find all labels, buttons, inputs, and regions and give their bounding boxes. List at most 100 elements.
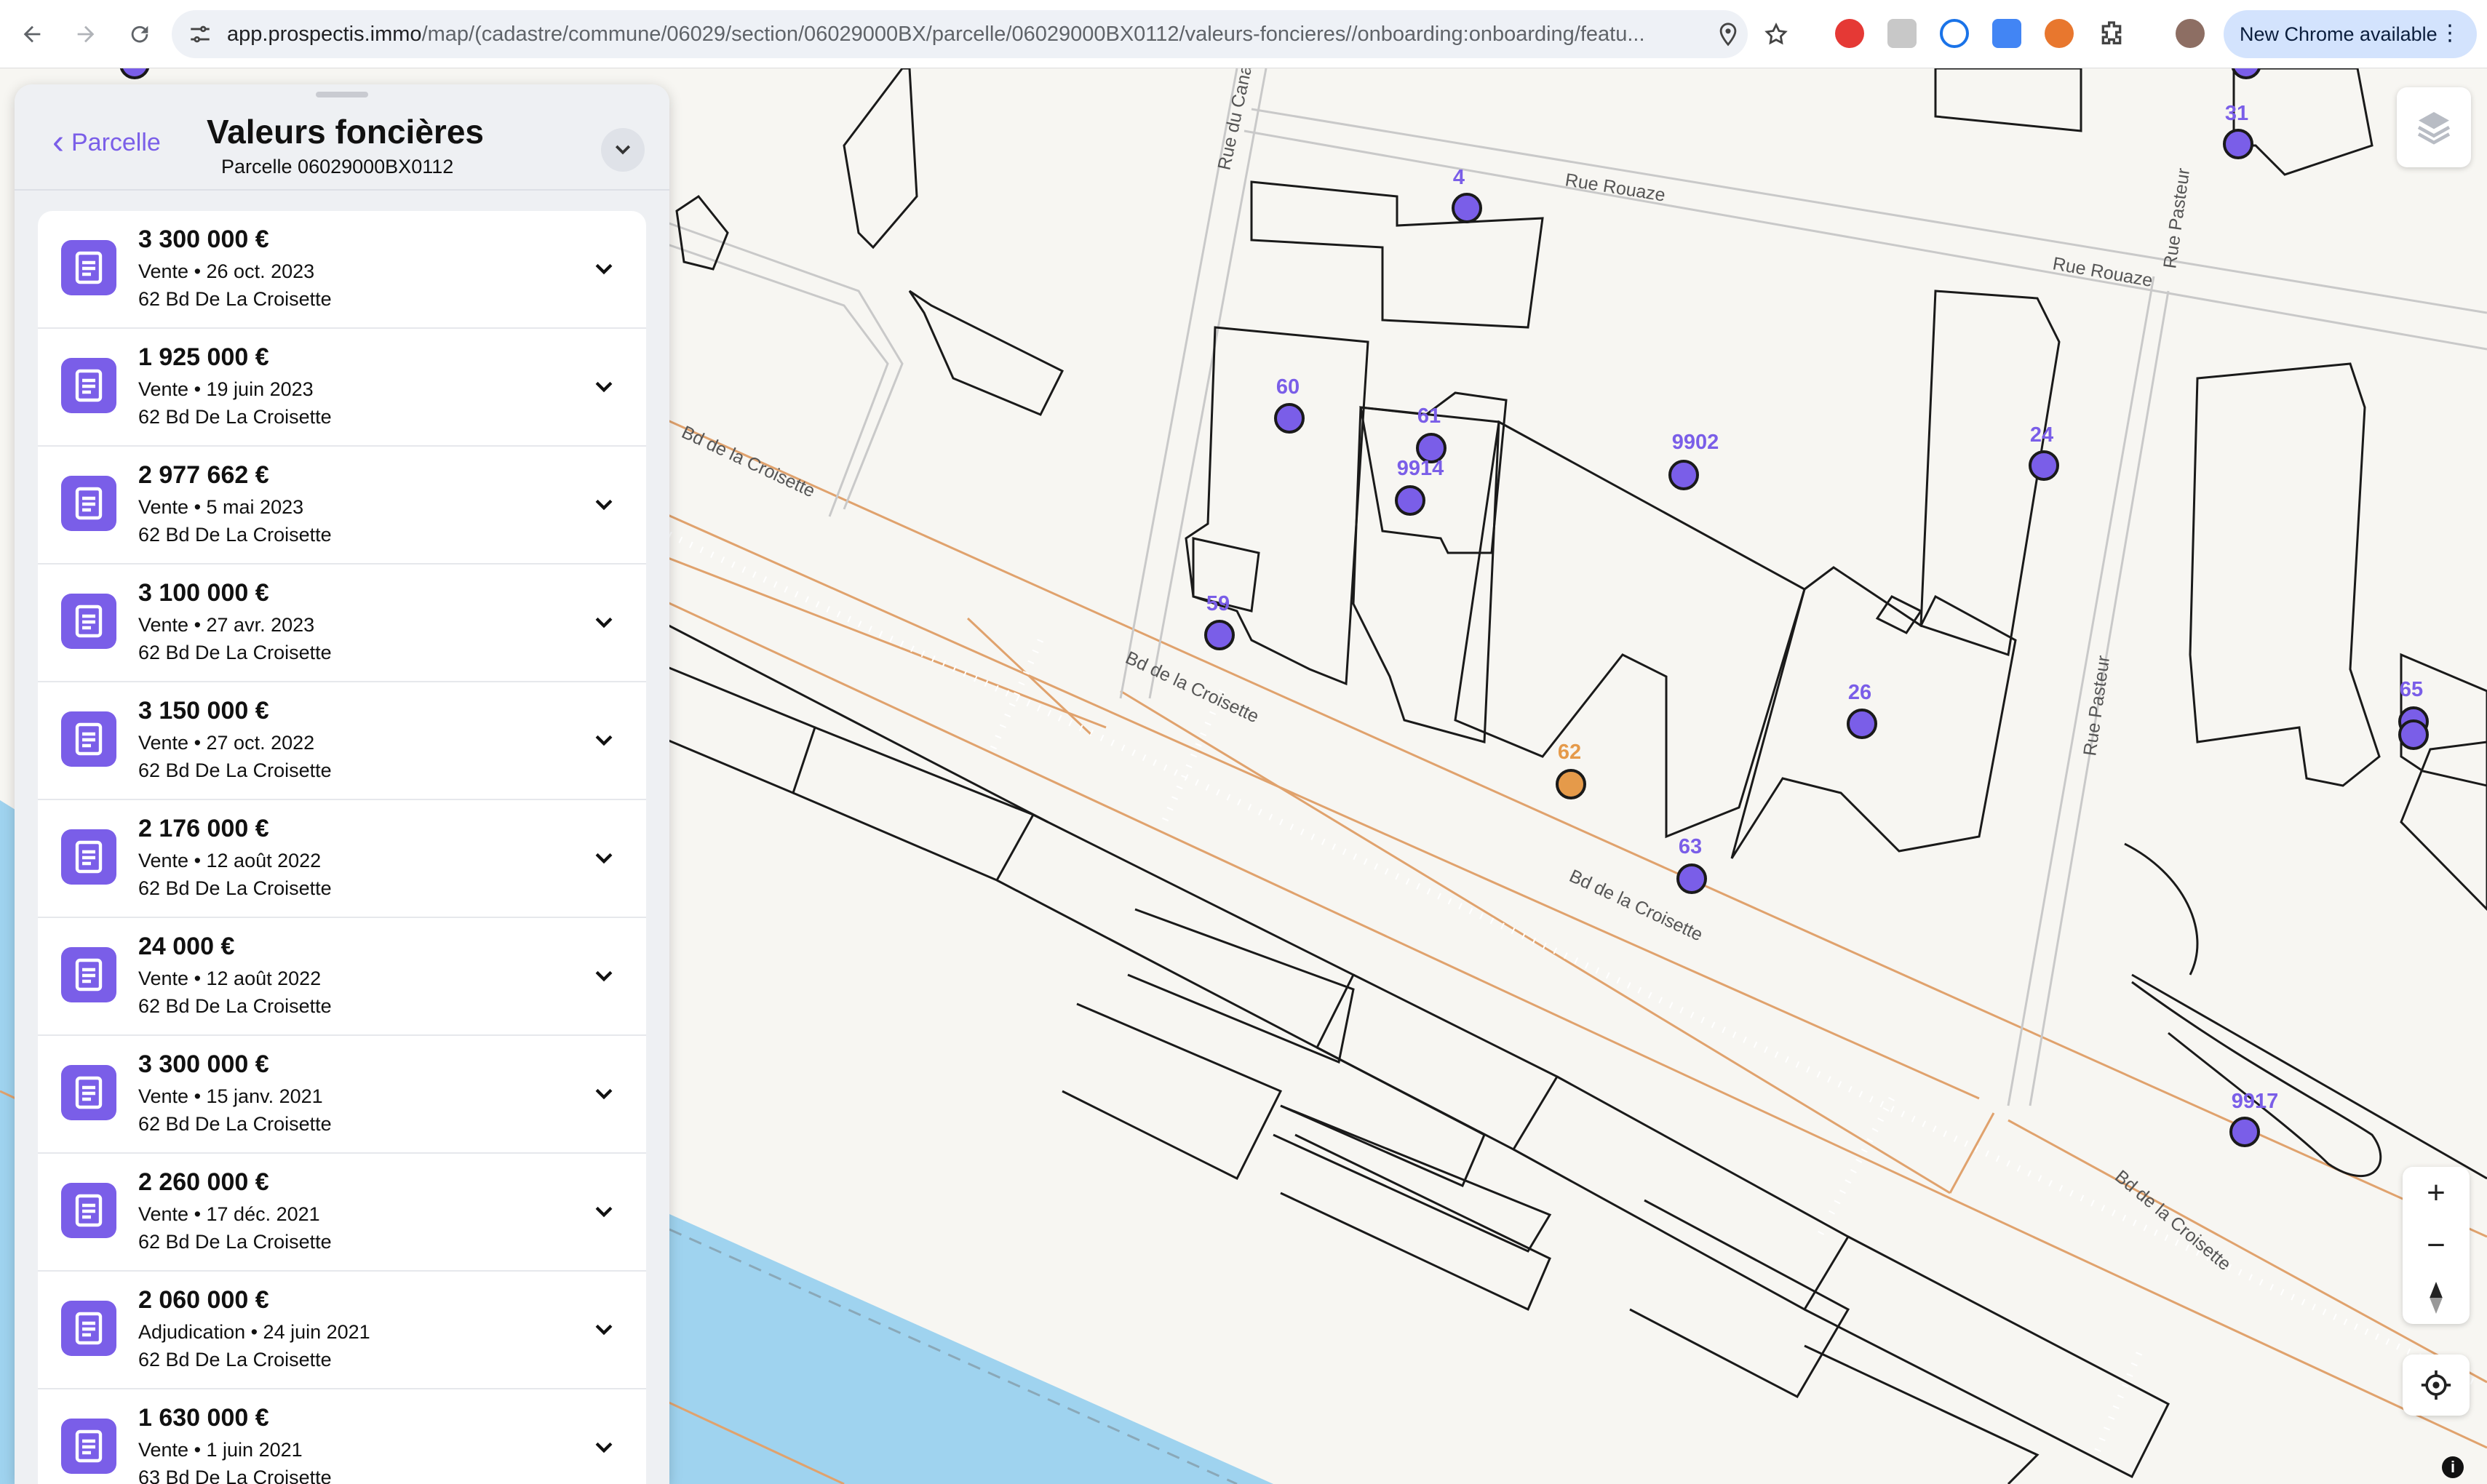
- transaction-type-date: Vente • 27 avr. 2023: [138, 614, 315, 636]
- pin-label[interactable]: 9902: [1672, 431, 1719, 455]
- document-icon: [61, 1419, 116, 1474]
- geolocate-icon[interactable]: [2403, 1355, 2470, 1416]
- layers-button[interactable]: [2397, 87, 2471, 167]
- back-arrow-icon[interactable]: [10, 12, 54, 56]
- compass-icon[interactable]: [2403, 1272, 2470, 1324]
- document-icon: [61, 1301, 116, 1356]
- back-label: Parcelle: [71, 128, 161, 156]
- pin-label[interactable]: 9914: [1397, 457, 1444, 481]
- forward-arrow-icon[interactable]: [64, 12, 108, 56]
- transaction-row[interactable]: 3 150 000 € Vente • 27 oct. 2022 62 Bd D…: [38, 682, 646, 800]
- expand-chevron-icon[interactable]: [586, 1194, 621, 1229]
- transaction-row[interactable]: 2 977 662 € Vente • 5 mai 2023 62 Bd De …: [38, 447, 646, 565]
- zoom-controls: + −: [2403, 1167, 2470, 1324]
- transaction-address: 62 Bd De La Croisette: [138, 288, 332, 310]
- adblock-extension-icon[interactable]: [1835, 19, 1864, 48]
- pin-label[interactable]: 4: [1453, 166, 1465, 190]
- transaction-address: 62 Bd De La Croisette: [138, 524, 332, 546]
- document-icon: [61, 829, 116, 885]
- transaction-row[interactable]: 2 176 000 € Vente • 12 août 2022 62 Bd D…: [38, 800, 646, 918]
- pin-label[interactable]: 61: [1417, 404, 1441, 428]
- transaction-address: 62 Bd De La Croisette: [138, 995, 332, 1017]
- transaction-type-date: Vente • 19 juin 2023: [138, 378, 314, 400]
- expand-chevron-icon[interactable]: [586, 723, 621, 758]
- pin-label-selected[interactable]: 62: [1558, 741, 1581, 765]
- expand-chevron-icon[interactable]: [586, 841, 621, 876]
- expand-chevron-icon[interactable]: [586, 959, 621, 994]
- transaction-type-date: Adjudication • 24 juin 2021: [138, 1321, 370, 1343]
- zoom-out-icon[interactable]: −: [2403, 1219, 2470, 1272]
- update-chrome-button[interactable]: New Chrome available ⋮: [2224, 10, 2477, 58]
- pin-label[interactable]: 9917: [2232, 1090, 2279, 1114]
- info-icon[interactable]: i: [2442, 1456, 2464, 1478]
- expand-chevron-icon[interactable]: [586, 370, 621, 404]
- pin-label[interactable]: 65: [2400, 678, 2423, 702]
- expand-chevron-icon[interactable]: [586, 605, 621, 640]
- extension-icon[interactable]: [1887, 19, 1917, 48]
- transaction-address: 62 Bd De La Croisette: [138, 1231, 332, 1253]
- transaction-row[interactable]: 1 925 000 € Vente • 19 juin 2023 62 Bd D…: [38, 329, 646, 447]
- expand-chevron-icon[interactable]: [586, 1077, 621, 1112]
- map-pin: [1847, 709, 1877, 739]
- pin-label[interactable]: 59: [1206, 592, 1230, 616]
- transaction-address: 62 Bd De La Croisette: [138, 406, 332, 428]
- transaction-address: 62 Bd De La Croisette: [138, 642, 332, 663]
- site-settings-icon[interactable]: [188, 22, 212, 47]
- expand-chevron-icon[interactable]: [586, 1312, 621, 1347]
- password-extension-icon[interactable]: [1940, 19, 1969, 48]
- profile-avatar[interactable]: [2176, 19, 2205, 48]
- chevron-left-icon: ‹: [52, 123, 64, 161]
- map-pin: [1274, 403, 1305, 434]
- transaction-row[interactable]: 1 630 000 € Vente • 1 juin 2021 63 Bd De…: [38, 1389, 646, 1484]
- back-to-parcelle-button[interactable]: ‹ Parcelle: [52, 123, 161, 161]
- location-icon[interactable]: [1716, 22, 1740, 47]
- collapse-panel-button[interactable]: [601, 128, 645, 172]
- pin-label[interactable]: 26: [1848, 681, 1871, 705]
- expand-chevron-icon[interactable]: [586, 487, 621, 522]
- transaction-row[interactable]: 2 060 000 € Adjudication • 24 juin 2021 …: [38, 1272, 646, 1389]
- transaction-price: 3 300 000 €: [138, 1050, 269, 1078]
- pin-label[interactable]: 60: [1276, 375, 1300, 399]
- document-icon: [61, 594, 116, 649]
- panel-subtitle: Parcelle 06029000BX0112: [221, 156, 454, 177]
- transaction-address: 63 Bd De La Croisette: [138, 1467, 332, 1484]
- map-pin-selected: [1556, 769, 1586, 799]
- transaction-row[interactable]: 3 300 000 € Vente • 15 janv. 2021 62 Bd …: [38, 1036, 646, 1154]
- pin-label[interactable]: 31: [2225, 102, 2248, 126]
- transaction-price: 1 925 000 €: [138, 343, 269, 371]
- transaction-row[interactable]: 2 260 000 € Vente • 17 déc. 2021 62 Bd D…: [38, 1154, 646, 1272]
- map-pin: [1452, 193, 1482, 223]
- map-pin: [1668, 460, 1699, 490]
- menu-dots-icon[interactable]: ⋮: [2439, 20, 2461, 47]
- pin-label[interactable]: 24: [2030, 423, 2053, 447]
- transaction-price: 2 977 662 €: [138, 461, 269, 489]
- puzzle-icon[interactable]: [2097, 19, 2126, 48]
- transaction-row[interactable]: 24 000 € Vente • 12 août 2022 62 Bd De L…: [38, 918, 646, 1036]
- address-bar[interactable]: app.prospectis.immo/map/(cadastre/commun…: [172, 10, 1748, 58]
- reload-icon[interactable]: [118, 12, 162, 56]
- transaction-row[interactable]: 3 300 000 € Vente • 26 oct. 2023 62 Bd D…: [38, 211, 646, 329]
- transaction-type-date: Vente • 27 oct. 2022: [138, 732, 315, 754]
- translate-extension-icon[interactable]: [1992, 19, 2021, 48]
- expand-chevron-icon[interactable]: [586, 252, 621, 287]
- panel-header: ‹ Parcelle Valeurs foncières Parcelle 06…: [15, 84, 669, 191]
- transaction-row[interactable]: 3 100 000 € Vente • 27 avr. 2023 62 Bd D…: [38, 565, 646, 682]
- transaction-address: 62 Bd De La Croisette: [138, 1113, 332, 1135]
- pin-label[interactable]: 63: [1679, 835, 1702, 859]
- map-pin: [1204, 620, 1235, 650]
- star-icon[interactable]: [1764, 22, 1788, 47]
- transaction-address: 62 Bd De La Croisette: [138, 1349, 332, 1371]
- transactions-list: 3 300 000 € Vente • 26 oct. 2023 62 Bd D…: [38, 211, 646, 1484]
- drag-handle[interactable]: [316, 92, 368, 97]
- transaction-address: 62 Bd De La Croisette: [138, 759, 332, 781]
- transaction-type-date: Vente • 15 janv. 2021: [138, 1085, 323, 1107]
- expand-chevron-icon[interactable]: [586, 1430, 621, 1465]
- document-icon: [61, 947, 116, 1002]
- transaction-price: 24 000 €: [138, 933, 235, 960]
- transaction-type-date: Vente • 17 déc. 2021: [138, 1203, 320, 1225]
- map-pin: [2223, 129, 2253, 159]
- document-icon: [61, 240, 116, 295]
- browser-toolbar: app.prospectis.immo/map/(cadastre/commun…: [0, 0, 2487, 68]
- zoom-in-icon[interactable]: +: [2403, 1167, 2470, 1219]
- extension-icon[interactable]: [2045, 19, 2074, 48]
